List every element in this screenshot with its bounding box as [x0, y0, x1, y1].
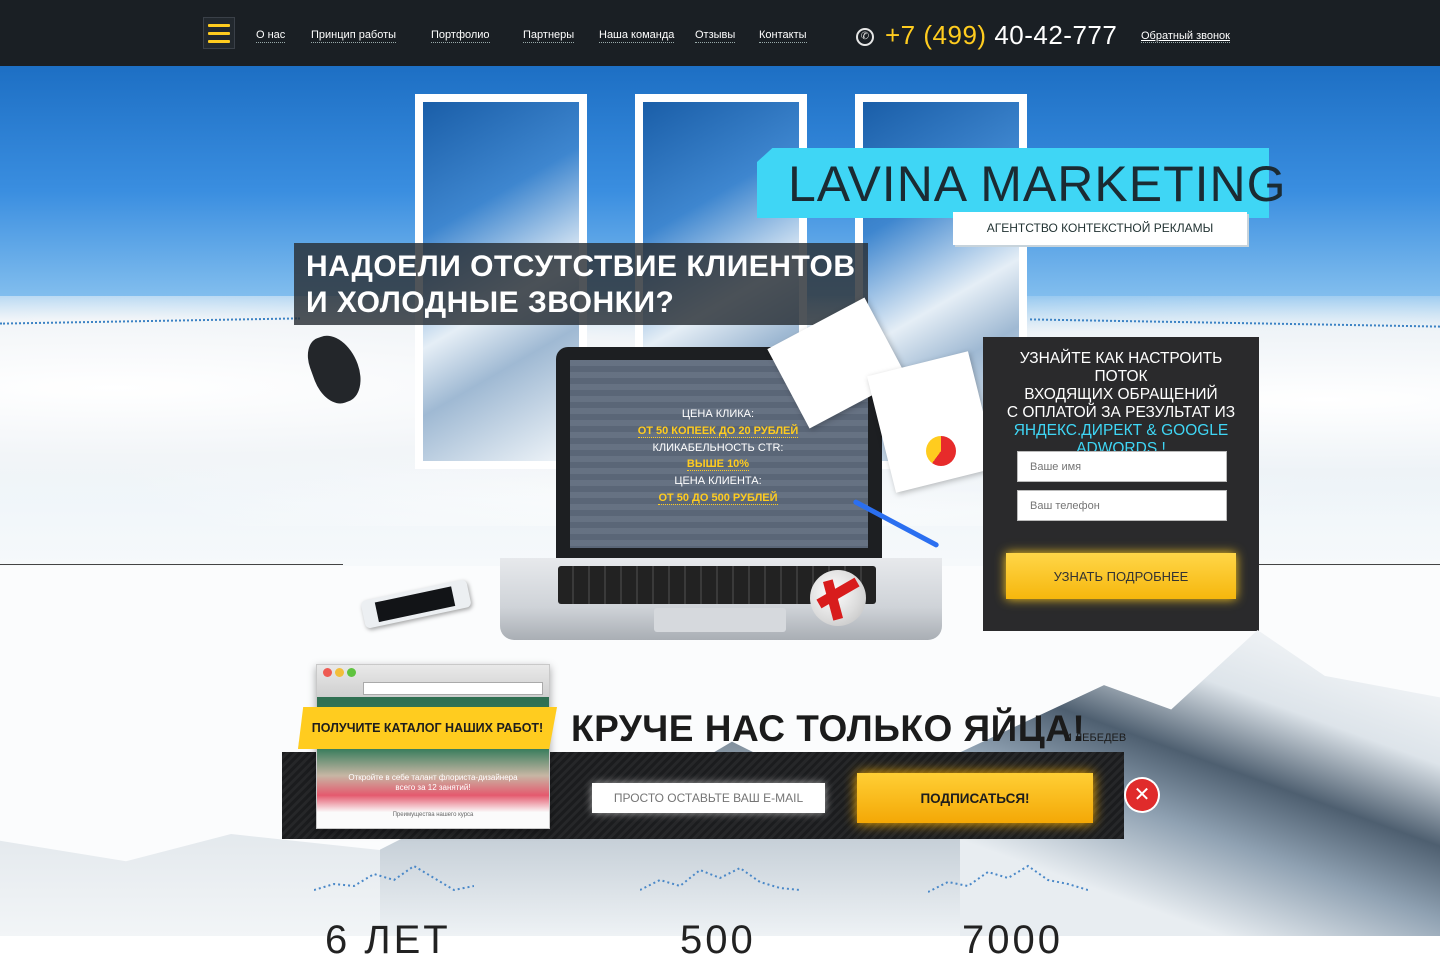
stat-projects: 500 [680, 918, 756, 962]
stat-wave-3 [928, 864, 1088, 893]
laptop-touchpad [654, 608, 786, 632]
brand-subtitle: АГЕНТСТВО КОНТЕКСТНОЙ РЕКЛАМЫ [953, 212, 1247, 245]
browser-url-bar [363, 682, 543, 695]
screen-stats: ЦЕНА КЛИКА: ОТ 50 КОПЕЕК ДО 20 РУБЛЕЙ КЛ… [612, 406, 824, 507]
form-title-line-2: ВХОДЯЩИХ ОБРАЩЕНИЙ [1024, 386, 1218, 403]
learn-more-button[interactable]: УЗНАТЬ ПОДРОБНЕЕ [1006, 553, 1236, 599]
phone-icon: ✆ [856, 28, 874, 46]
yandex-ball-image [810, 570, 866, 626]
phone-code: +7 (499) [885, 20, 987, 50]
pie-chart-icon [926, 436, 956, 466]
slogan: КРУЧЕ НАС ТОЛЬКО ЯЙЦА! [571, 708, 1086, 749]
browser-toolbar [317, 665, 549, 697]
click-price-value: ОТ 50 КОПЕЕК ДО 20 РУБЛЕЙ [637, 424, 799, 438]
browser-page-text: Откройте в себе талант флориста-дизайнер… [348, 773, 518, 792]
nav-portfolio[interactable]: Портфолио [431, 29, 490, 43]
phone-digits: 40-42-777 [994, 20, 1118, 50]
callback-link[interactable]: Обратный звонок [1141, 30, 1230, 43]
top-header: О нас Принцип работы Портфолио Партнеры … [0, 0, 1440, 66]
phone-number[interactable]: +7 (499) 40-42-777 [885, 20, 1117, 51]
stat-years: 6 ЛЕТ [325, 918, 451, 962]
nav-how-it-works[interactable]: Принцип работы [311, 29, 397, 43]
brand-title: LAVINA MARKETING [788, 156, 1287, 212]
nav-team[interactable]: Наша команда [599, 29, 675, 43]
nav-about[interactable]: О нас [256, 29, 286, 43]
browser-min-dot [335, 668, 344, 677]
headline-line-2: И ХОЛОДНЫЕ ЗВОНКИ? [306, 286, 675, 319]
ctr-value: ВЫШЕ 10% [686, 458, 750, 472]
client-price-label: ЦЕНА КЛИЕНТА: [674, 475, 762, 488]
form-title: УЗНАЙТЕ КАК НАСТРОИТЬ ПОТОК ВХОДЯЩИХ ОБР… [992, 350, 1250, 458]
hero-headline: НАДОЕЛИ ОТСУТСТВИЕ КЛИЕНТОВ И ХОЛОДНЫЕ З… [294, 243, 868, 325]
divider-right [1259, 564, 1440, 565]
nav-reviews[interactable]: Отзывы [695, 29, 736, 43]
close-icon[interactable]: ✕ [1126, 779, 1158, 811]
browser-max-dot [347, 668, 356, 677]
divider-left [0, 564, 343, 565]
browser-page-footer: Преимущества нашего курса [392, 812, 474, 818]
subscribe-button[interactable]: ПОДПИСАТЬСЯ! [857, 773, 1093, 823]
menu-icon[interactable] [203, 17, 235, 49]
headline-line-1: НАДОЕЛИ ОТСУТСТВИЕ КЛИЕНТОВ [306, 250, 856, 283]
slogan-small: И ЛЕБЕДЕВ [1064, 732, 1127, 744]
name-input[interactable] [1017, 451, 1227, 482]
form-title-line-3: С ОПЛАТОЙ ЗА РЕЗУЛЬТАТ ИЗ [1006, 404, 1236, 421]
phone-input[interactable] [1017, 490, 1227, 521]
form-title-line-1: УЗНАЙТЕ КАК НАСТРОИТЬ ПОТОК [1019, 350, 1223, 385]
stat-clients: 7000 [962, 918, 1063, 962]
browser-close-dot [323, 668, 332, 677]
nav-contacts[interactable]: Контакты [759, 29, 807, 43]
catalog-banner[interactable]: ПОЛУЧИТЕ КАТАЛОГ НАШИХ РАБОТ! [298, 707, 557, 749]
stat-wave-1 [314, 864, 474, 892]
click-price-label: ЦЕНА КЛИКА: [681, 408, 755, 420]
ctr-label: КЛИКАБЕЛЬНОСТЬ CTR: [652, 441, 784, 454]
email-input[interactable] [592, 783, 825, 813]
stat-wave-2 [640, 866, 800, 891]
client-price-value: ОТ 50 ДО 500 РУБЛЕЙ [658, 491, 778, 505]
nav-partners[interactable]: Партнеры [523, 29, 575, 43]
